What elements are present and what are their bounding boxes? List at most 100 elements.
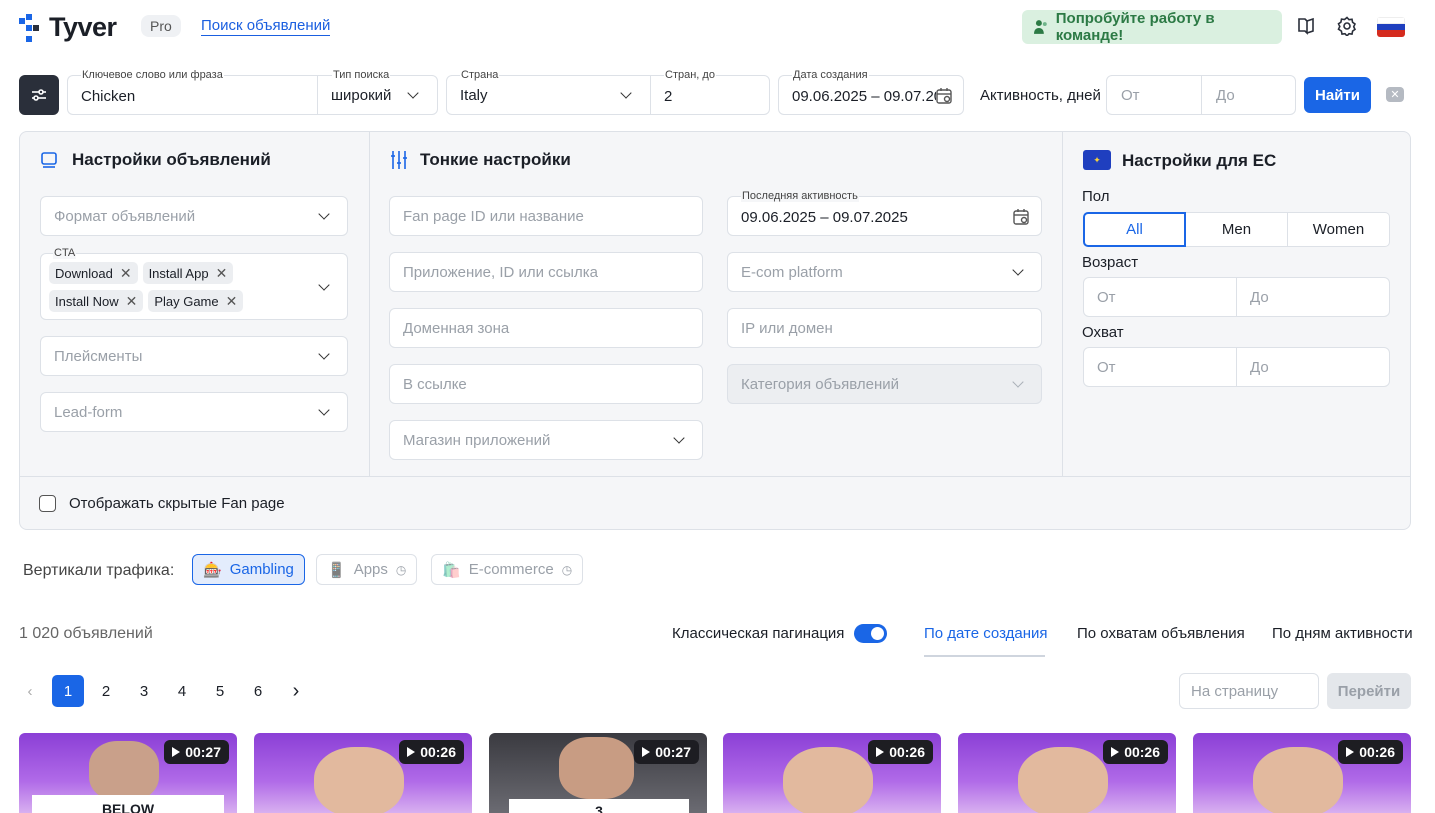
video-card[interactable]: 3 00:27 <box>489 733 707 813</box>
domain-zone-input[interactable]: Доменная зона <box>389 308 703 348</box>
last-activity-field[interactable]: Последняя активность 09.06.2025 – 09.07.… <box>727 190 1042 236</box>
cta-multiselect[interactable]: CTA Download ✕ Install App ✕ Install Now ✕ Pl… <box>40 247 348 320</box>
placements-select[interactable]: Плейсменты <box>40 336 348 376</box>
team-trial-button[interactable]: Попробуйте работу в команде! <box>1022 10 1282 44</box>
leadform-select[interactable]: Lead-form <box>40 392 348 432</box>
page-4[interactable]: 4 <box>166 675 198 707</box>
chevron-down-icon <box>1012 264 1024 276</box>
activity-label: Активность, дней <box>980 87 1101 104</box>
gender-option-women[interactable]: Women <box>1288 212 1390 247</box>
calendar-icon[interactable] <box>1012 208 1030 226</box>
tab-sort-activity[interactable]: По дням активности <box>1272 625 1413 642</box>
play-icon <box>1346 747 1355 757</box>
chevron-down-icon <box>318 348 330 360</box>
nav-link-ad-search[interactable]: Поиск объявлений <box>201 17 331 36</box>
chevron-down-icon <box>673 432 685 444</box>
close-icon[interactable]: ✕ <box>216 265 228 282</box>
age-to-input[interactable]: До <box>1236 277 1390 317</box>
in-link-input[interactable]: В ссылке <box>389 364 703 404</box>
plan-badge: Pro <box>141 15 181 37</box>
page-2[interactable]: 2 <box>90 675 122 707</box>
play-icon <box>407 747 416 757</box>
ad-format-select[interactable]: Формат объявлений <box>40 196 348 236</box>
person-image <box>783 747 873 813</box>
eu-settings-title: Настройки для ЕС <box>1122 151 1277 170</box>
country-select[interactable]: Страна Italy <box>446 69 651 115</box>
find-button[interactable]: Найти <box>1304 77 1371 113</box>
gender-option-men[interactable]: Men <box>1186 212 1288 247</box>
countries-max-field[interactable]: Стран, до 2 <box>650 69 770 115</box>
close-icon[interactable]: ✕ <box>226 293 238 310</box>
video-card[interactable]: 00:26 <box>254 733 472 813</box>
app-input[interactable]: Приложение, ID или ссылка <box>389 252 703 292</box>
category-placeholder: Категория объявлений <box>741 376 899 393</box>
age-to-placeholder: До <box>1250 289 1269 306</box>
filters-panel <box>19 131 1411 530</box>
close-icon[interactable]: ✕ <box>120 265 132 282</box>
reach-to-input[interactable]: До <box>1236 347 1390 387</box>
tab-sort-date[interactable]: По дате создания <box>924 625 1048 642</box>
ad-format-placeholder: Формат объявлений <box>54 208 196 225</box>
filters-toggle-button[interactable] <box>19 75 59 115</box>
gender-label: Пол <box>1082 188 1110 205</box>
cta-chip[interactable]: Play Game ✕ <box>148 290 244 312</box>
chevron-right-icon[interactable]: › <box>280 675 312 707</box>
page-1[interactable]: 1 <box>52 675 84 707</box>
hidden-fanpage-checkbox[interactable] <box>39 495 56 512</box>
page-5[interactable]: 5 <box>204 675 236 707</box>
duration-text: 00:26 <box>1124 744 1160 760</box>
ecom-platform-select[interactable]: E-com platform <box>727 252 1042 292</box>
search-type-label: Тип поиска <box>332 69 391 81</box>
vertical-gambling[interactable]: 🎰 Gambling <box>192 554 305 585</box>
created-date-label: Дата создания <box>792 69 869 81</box>
person-image <box>1018 747 1108 813</box>
ip-domain-input[interactable]: IP или домен <box>727 308 1042 348</box>
search-type-select[interactable]: Тип поиска широкий <box>317 69 438 115</box>
hidden-fanpage-label: Отображать скрытые Fan page <box>69 495 285 512</box>
activity-from-input[interactable]: От <box>1106 75 1202 115</box>
created-date-field[interactable]: Дата создания 09.06.2025 – 09.07.2025 <box>778 69 964 115</box>
cta-chip[interactable]: Install App ✕ <box>142 262 234 284</box>
goto-page-input[interactable]: На страницу <box>1179 673 1319 709</box>
cta-chip[interactable]: Install Now ✕ <box>49 290 144 312</box>
keyword-field[interactable]: Ключевое слово или фраза Chicken <box>67 69 318 115</box>
cta-chip[interactable]: Download ✕ <box>49 262 138 284</box>
pagination-toggle[interactable] <box>854 624 887 643</box>
activity-to-input[interactable]: До <box>1201 75 1296 115</box>
reach-label: Охват <box>1082 324 1124 341</box>
video-card[interactable]: BELOW 00:27 <box>19 733 237 813</box>
category-select[interactable]: Категория объявлений <box>727 364 1042 404</box>
slot-machine-icon: 🎰 <box>203 561 222 579</box>
app-store-select[interactable]: Магазин приложений <box>389 420 703 460</box>
chevron-left-icon[interactable]: ‹ <box>14 675 46 707</box>
country-label: Страна <box>460 69 500 81</box>
vertical-ecommerce[interactable]: 🛍️ E-commerce ◷ <box>431 554 584 585</box>
leadform-placeholder: Lead-form <box>54 404 123 421</box>
goto-page-button[interactable]: Перейти <box>1327 673 1411 709</box>
close-icon[interactable]: ✕ <box>126 293 138 310</box>
age-from-input[interactable]: От <box>1083 277 1237 317</box>
last-activity-label: Последняя активность <box>741 190 859 202</box>
vertical-apps[interactable]: 📱 Apps ◷ <box>316 554 418 585</box>
gear-icon[interactable] <box>1337 16 1357 36</box>
book-icon[interactable] <box>1296 16 1316 36</box>
video-card[interactable]: 00:26 <box>1193 733 1411 813</box>
fanpage-input[interactable]: Fan page ID или название <box>389 196 703 236</box>
page-6[interactable]: 6 <box>242 675 274 707</box>
clock-icon: ◷ <box>561 562 573 577</box>
reach-from-input[interactable]: От <box>1083 347 1237 387</box>
ad-settings-title: Настройки объявлений <box>72 150 271 169</box>
video-card[interactable]: 00:26 <box>723 733 941 813</box>
tab-sort-reach[interactable]: По охватам объявления <box>1077 625 1245 642</box>
clear-filters-icon[interactable]: ✕ <box>1386 87 1404 102</box>
reach-to-placeholder: До <box>1250 359 1269 376</box>
video-card[interactable]: 00:26 <box>958 733 1176 813</box>
logo[interactable]: Tyver <box>19 12 117 43</box>
divider <box>20 476 1410 477</box>
person-image <box>314 747 404 813</box>
calendar-icon[interactable] <box>935 87 953 105</box>
logo-icon <box>19 13 39 42</box>
russia-flag-icon[interactable] <box>1377 17 1405 37</box>
gender-option-all[interactable]: All <box>1083 212 1186 247</box>
page-3[interactable]: 3 <box>128 675 160 707</box>
